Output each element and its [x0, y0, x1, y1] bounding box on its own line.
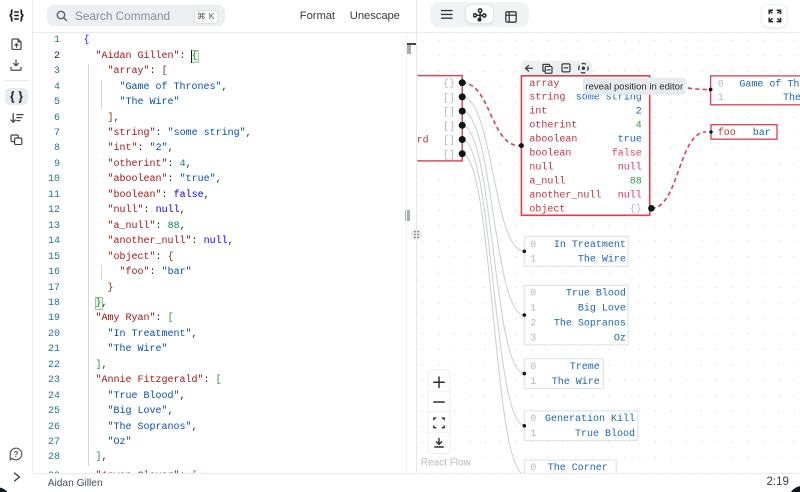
svg-text:The Sopranos: The Sopranos — [554, 318, 626, 330]
svg-text:88: 88 — [630, 176, 642, 187]
svg-text:1: 1 — [530, 377, 536, 388]
svg-text:reveal position in editor: reveal position in editor — [585, 81, 683, 92]
svg-text:otherint: otherint — [529, 120, 577, 132]
svg-text:0: 0 — [718, 80, 724, 91]
svg-text:2: 2 — [530, 319, 536, 330]
svg-text:True Blood: True Blood — [566, 288, 626, 300]
svg-text:[]: [] — [443, 93, 455, 105]
svg-text:0: 0 — [530, 414, 536, 425]
svg-text:foo: foo — [718, 127, 736, 139]
svg-text:{}: {} — [443, 78, 455, 90]
svg-text:[]: [] — [443, 149, 455, 161]
svg-text:[]: [] — [443, 135, 455, 147]
svg-text:1: 1 — [530, 429, 536, 440]
svg-text:false: false — [612, 148, 642, 160]
svg-text:string: string — [529, 92, 565, 104]
svg-text:another_null: another_null — [529, 189, 601, 201]
svg-text:Oz: Oz — [614, 333, 626, 344]
svg-text:The Wire: The Wire — [783, 92, 800, 104]
svg-text:Generation Kill: Generation Kill — [545, 413, 635, 425]
svg-text:int: int — [529, 106, 547, 118]
svg-text:0: 0 — [530, 240, 536, 251]
svg-text:1: 1 — [530, 304, 536, 315]
svg-text:0: 0 — [530, 362, 536, 373]
svg-text:4: 4 — [636, 121, 642, 132]
svg-text:a_null: a_null — [529, 175, 565, 187]
svg-text:null: null — [618, 162, 642, 174]
svg-text:boolean: boolean — [529, 148, 571, 160]
svg-text:null: null — [529, 162, 553, 174]
svg-text:rd: rd — [417, 135, 429, 147]
svg-text:Treme: Treme — [570, 362, 600, 373]
svg-text:?: ? — [14, 450, 19, 459]
svg-text:The Wire: The Wire — [578, 254, 626, 266]
svg-text:true: true — [618, 135, 642, 146]
svg-text:True Blood: True Blood — [575, 428, 635, 440]
svg-text:1: 1 — [718, 93, 724, 104]
svg-text:aboolean: aboolean — [529, 134, 577, 146]
svg-text:React Flow: React Flow — [421, 458, 472, 469]
svg-text:1: 1 — [530, 255, 536, 266]
svg-text:array: array — [529, 79, 559, 90]
svg-text:{}: {} — [630, 203, 642, 215]
svg-text:3: 3 — [530, 333, 536, 344]
svg-text:2: 2 — [636, 107, 642, 118]
svg-text:object: object — [529, 203, 565, 215]
svg-text:bar: bar — [753, 127, 771, 139]
svg-text:null: null — [618, 189, 642, 201]
svg-text:[]: [] — [443, 121, 455, 133]
svg-text:Big Love: Big Love — [578, 303, 626, 315]
svg-text:[]: [] — [443, 107, 455, 119]
svg-text:0: 0 — [530, 289, 536, 300]
svg-text:The Wire: The Wire — [552, 376, 600, 388]
svg-text:Game of Thrones: Game of Thrones — [739, 79, 800, 91]
svg-text:In Treatment: In Treatment — [554, 240, 626, 251]
